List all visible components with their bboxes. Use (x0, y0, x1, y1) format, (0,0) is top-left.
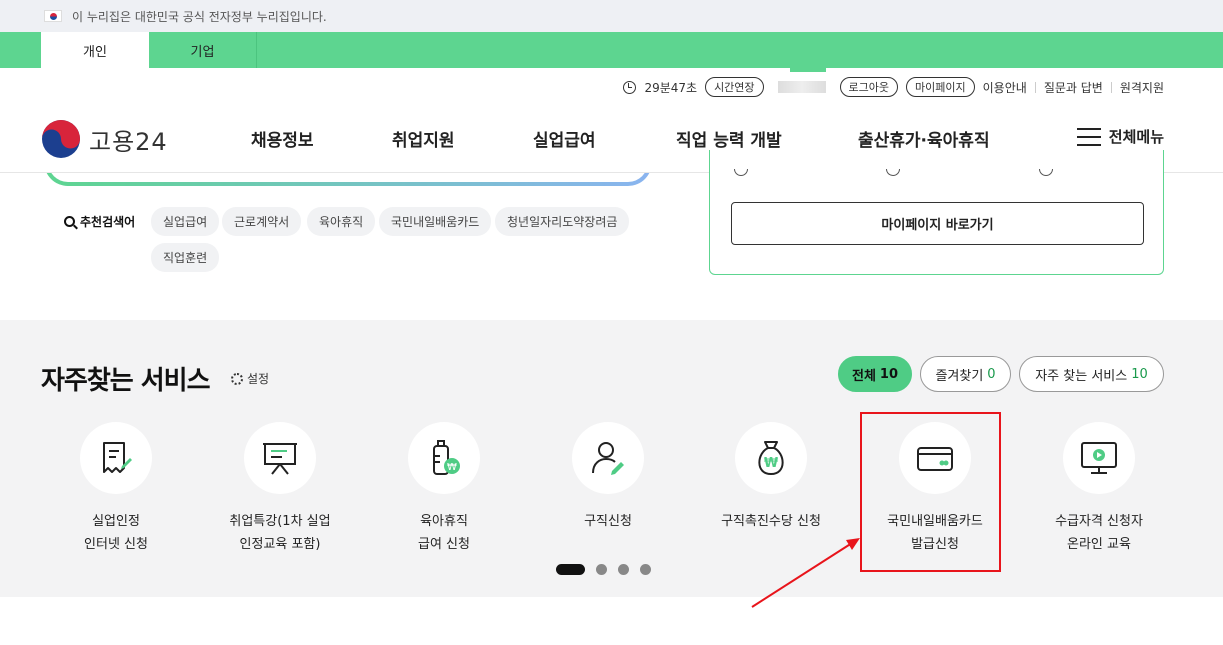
red-arrow-icon (751, 538, 860, 608)
page: 이 누리집은 대한민국 공식 전자정부 누리집입니다. 개인 기업 29분47초… (0, 0, 1223, 645)
